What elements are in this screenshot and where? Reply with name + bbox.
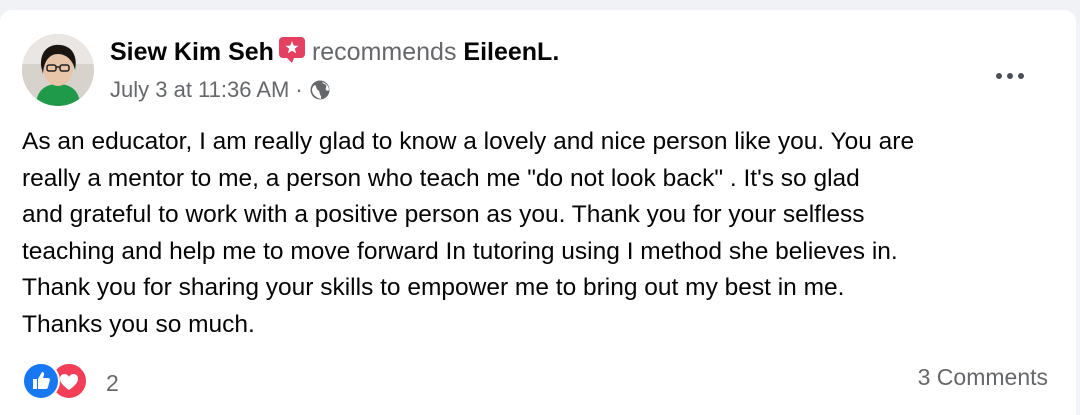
author-name[interactable]: Siew Kim Seh xyxy=(110,38,274,66)
like-icon xyxy=(22,362,60,400)
dot-1 xyxy=(996,73,1002,79)
post-meta: July 3 at 11:36 AM · xyxy=(110,76,331,104)
post-footer: 2 3 Comments xyxy=(22,355,1050,405)
body-line: really a mentor to me, a person who teac… xyxy=(22,164,860,192)
dot-2 xyxy=(1007,73,1013,79)
body-line: Thanks you so much. xyxy=(22,310,255,338)
post-body: As an educator, I am really glad to know… xyxy=(22,124,1062,343)
comments-count-link[interactable]: 3 Comments xyxy=(918,363,1048,391)
post-timestamp[interactable]: July 3 at 11:36 AM xyxy=(110,77,289,102)
meta-separator: · xyxy=(295,77,303,102)
post-title-line: Siew Kim Seh recommends EileenL. xyxy=(110,36,559,68)
body-line: and grateful to work with a positive per… xyxy=(22,201,865,228)
recommendation-post-card: Siew Kim Seh recommends EileenL. July 3 a… xyxy=(0,10,1076,415)
body-line: teaching and help me to move forward In … xyxy=(22,237,898,265)
body-line: Thank you for sharing your skills to emp… xyxy=(22,274,845,301)
author-avatar[interactable] xyxy=(22,34,94,106)
more-options-button[interactable] xyxy=(990,64,1030,88)
recommended-page-name[interactable]: EileenL. xyxy=(463,38,559,66)
body-line: As an educator, I am really glad to know… xyxy=(22,128,915,155)
recommends-verb: recommends xyxy=(311,38,457,66)
dot-3 xyxy=(1018,73,1024,79)
globe-icon[interactable] xyxy=(309,79,331,101)
reaction-count: 2 xyxy=(106,370,119,396)
star-icon xyxy=(278,36,306,64)
post-header: Siew Kim Seh recommends EileenL. July 3 a… xyxy=(22,34,1076,114)
